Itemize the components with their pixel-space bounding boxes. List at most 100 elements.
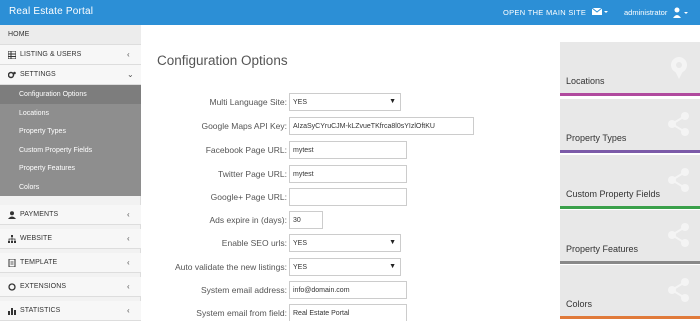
field-label: Ads expire in (days): [209,215,287,225]
sidebar-subitem-label: Colors [19,183,40,191]
field-label: Multi Language Site: [209,97,288,107]
file-icon [8,259,16,267]
ads-expire-days-input[interactable]: 30 [289,211,323,229]
panel-accent-bar [560,316,700,319]
panel-accent-bar [560,206,700,209]
caret-down-icon: ▼ [389,239,396,246]
sitemap-icon [8,235,16,243]
sidebar-item-extensions[interactable]: EXTENSIONS ‹ [0,277,141,297]
page-title: Configuration Options [157,53,288,68]
form-row-multi-language: Multi Language Site: YES ▼ [141,92,541,114]
field-label: System email from field: [196,308,287,318]
panel-accent-bar [560,261,700,264]
panel-custom-property-fields[interactable]: Custom Property Fields [560,155,700,209]
sidebar-item-label: LISTING & USERS [20,51,82,58]
sidebar-subitem-colors[interactable]: Colors [0,177,141,196]
sidebar-item-label: SETTINGS [20,71,56,78]
panel-title: Custom Property Fields [566,189,661,199]
panel-accent-bar [560,150,700,153]
sidebar-subitem-label: Configuration Options [19,91,87,98]
sidebar-subitem-label: Property Features [19,165,76,172]
form-row-twitter: Twitter Page URL: mytest [141,164,541,186]
select-value: YES [293,240,308,247]
sidebar-item-label: TEMPLATE [20,259,58,266]
twitter-url-input[interactable]: mytest [289,165,407,183]
form-row-ads-expire: Ads expire in (days): 30 [141,210,541,232]
multi-language-select[interactable]: YES ▼ [289,93,401,111]
form-row-email-from: System email from field: Real Estate Por… [141,303,541,321]
user-menu[interactable] [673,6,693,18]
user-menu-label[interactable]: administrator [624,8,667,17]
sidebar-item-template[interactable]: TEMPLATE ‹ [0,253,141,273]
chevron-down-icon: ⌄ [127,70,134,79]
facebook-url-input[interactable]: mytest [289,141,407,159]
sidebar-subitem-property-types[interactable]: Property Types [0,122,141,141]
user-icon [8,211,16,219]
caret-down-icon: ▼ [389,263,396,270]
select-value: YES [293,264,308,271]
brand-title[interactable]: Real Estate Portal [9,6,93,17]
form-row-system-email: System email address: info@domain.com [141,280,541,302]
chevron-left-icon: ‹ [127,210,130,219]
top-navbar: Real Estate Portal OPEN THE MAIN SITE ad… [0,0,700,25]
chevron-left-icon: ‹ [127,258,130,267]
sidebar-item-label: PAYMENTS [20,211,59,218]
seo-urls-select[interactable]: YES ▼ [289,234,401,252]
field-label: Google+ Page URL: [210,192,287,202]
panel-title: Property Types [566,133,627,143]
panel-property-features[interactable]: Property Features [560,210,700,264]
chevron-left-icon: ‹ [127,282,130,291]
sidebar-subitem-property-features[interactable]: Property Features [0,159,141,178]
bar-chart-icon [8,308,16,315]
sidebar-item-label: WEBSITE [20,235,53,242]
field-label: Enable SEO urls: [221,238,287,248]
share-icon [668,168,689,192]
sidebar-item-settings[interactable]: SETTINGS ⌄ [0,65,141,85]
sidebar-subitem-locations[interactable]: Locations [0,103,141,122]
select-value: YES [293,99,308,106]
chevron-left-icon: ‹ [127,50,130,59]
sidebar-item-website[interactable]: WEBSITE ‹ [0,229,141,249]
auto-validate-select[interactable]: YES ▼ [289,258,401,276]
panel-title: Locations [566,76,605,86]
panel-locations[interactable]: Locations [560,42,700,96]
form-row-auto-validate: Auto validate the new listings: YES ▼ [141,257,541,279]
gears-icon [8,71,16,79]
sidebar-subitem-label: Custom Property Fields [19,146,93,154]
sidebar-item-listing[interactable]: LISTING & USERS ‹ [0,45,141,65]
sidebar-item-payments[interactable]: PAYMENTS ‹ [0,205,141,225]
google-plus-url-input[interactable] [289,188,407,206]
system-email-input[interactable]: info@domain.com [289,281,407,299]
mail-dropdown[interactable] [591,7,608,19]
field-label: System email address: [201,285,287,295]
sidebar-subitem-label: Locations [19,109,49,117]
share-icon [668,223,689,247]
panel-colors[interactable]: Colors [560,265,700,319]
sidebar-item-label: EXTENSIONS [20,283,67,290]
form-row-google-plus: Google+ Page URL: [141,187,541,209]
open-main-site-link[interactable]: OPEN THE MAIN SITE [503,8,586,17]
sidebar-subitem-configuration-options[interactable]: Configuration Options [0,85,141,104]
field-label: Twitter Page URL: [218,169,287,179]
user-icon [673,7,688,18]
caret-down-icon: ▼ [389,98,396,105]
google-maps-api-key-input[interactable]: AIzaSyCYruCJM-kLZvueTKfrca8l0sYIzlOftKU [289,117,474,135]
chevron-left-icon: ‹ [127,306,130,315]
sidebar-subitem-custom-property-fields[interactable]: Custom Property Fields [0,140,141,159]
chevron-left-icon: ‹ [127,234,130,243]
sidebar-item-home[interactable]: HOME [0,25,141,45]
sidebar-item-statistics[interactable]: STATISTICS ‹ [0,301,141,321]
system-email-from-input[interactable]: Real Estate Portal [289,304,407,321]
form-row-facebook: Facebook Page URL: mytest [141,140,541,162]
table-icon [8,51,16,59]
map-marker-icon [671,57,687,79]
sidebar: HOME LISTING & USERS ‹ SETTINGS ⌄ Config… [0,25,141,321]
panel-accent-bar [560,93,700,96]
sidebar-subitem-label: Property Types [19,128,66,135]
form-row-google-maps: Google Maps API Key: AIzaSyCYruCJM-kLZvu… [141,116,541,138]
sidebar-item-label: STATISTICS [20,307,61,314]
panel-property-types[interactable]: Property Types [560,99,700,153]
field-label: Auto validate the new listings: [175,262,287,272]
share-icon [668,112,689,136]
circle-icon [8,283,16,291]
